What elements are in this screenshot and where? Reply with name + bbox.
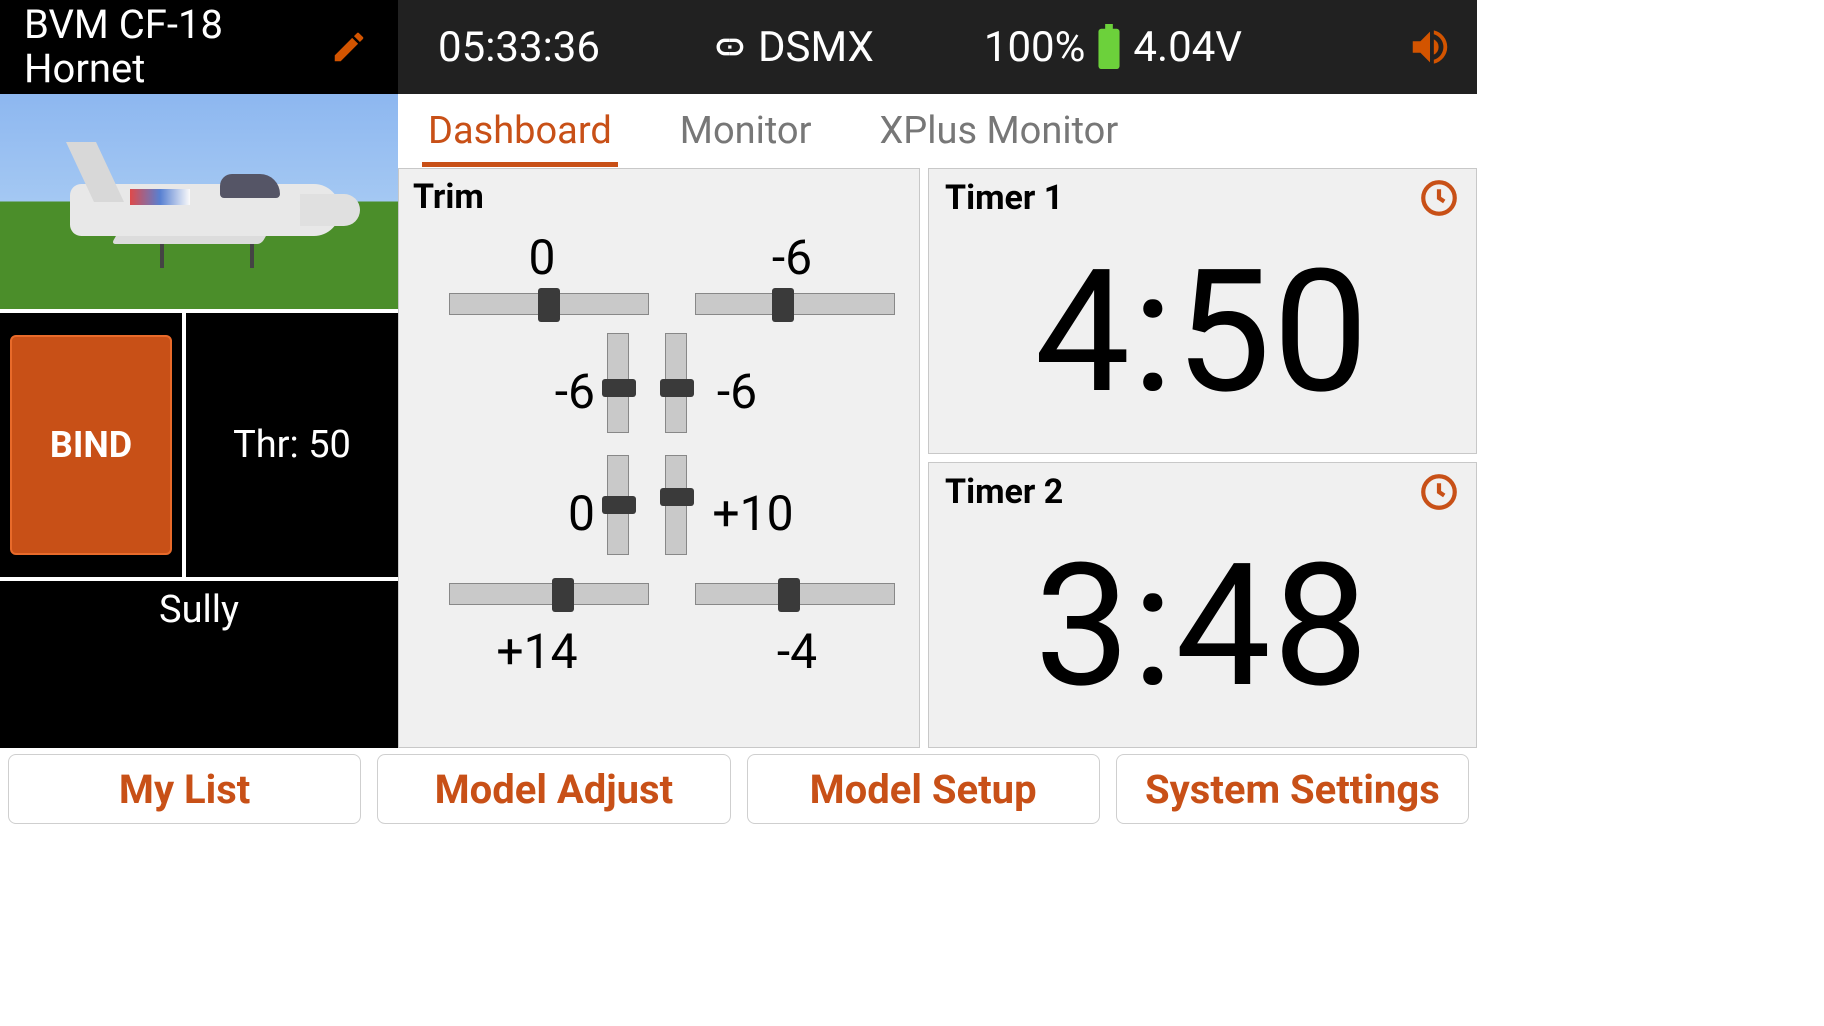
- system-time: 05:33:36: [438, 23, 600, 72]
- tab-monitor[interactable]: Monitor: [674, 95, 818, 167]
- throttle-readout: Thr: 50: [186, 313, 398, 577]
- battery-voltage: 4.04V: [1133, 23, 1242, 72]
- trim-slider-v2[interactable]: [665, 333, 687, 433]
- tab-bar: Dashboard Monitor XPlus Monitor: [398, 94, 1477, 168]
- pilot-name: Sully: [159, 588, 239, 632]
- timer-1-value: 4:50: [945, 219, 1460, 445]
- footer-label: System Settings: [1145, 766, 1440, 813]
- timer-1-title: Timer 1: [945, 178, 1063, 218]
- battery-icon: [1095, 24, 1123, 70]
- trim-slider-h3[interactable]: [449, 583, 649, 605]
- pencil-icon[interactable]: [330, 28, 368, 66]
- footer-label: My List: [119, 766, 250, 813]
- timer-2-panel[interactable]: Timer 2 3:48: [928, 462, 1477, 748]
- trim-value-bottom-right: -4: [757, 623, 837, 680]
- link-icon: [710, 27, 750, 67]
- tab-xplus-monitor[interactable]: XPlus Monitor: [873, 95, 1124, 167]
- tab-dashboard[interactable]: Dashboard: [422, 95, 618, 167]
- tab-label: Dashboard: [428, 109, 612, 153]
- footer-system-settings[interactable]: System Settings: [1116, 754, 1469, 824]
- clock-icon[interactable]: [1418, 471, 1460, 513]
- battery-percent: 100%: [984, 23, 1086, 72]
- left-sidebar: BIND Thr: 50 Sully: [0, 94, 398, 748]
- footer-my-list[interactable]: My List: [8, 754, 361, 824]
- trim-slider-h1[interactable]: [449, 293, 649, 315]
- trim-slider-v1[interactable]: [607, 333, 629, 433]
- trim-value-mid-lower-right: +10: [703, 485, 803, 542]
- trim-slider-v4[interactable]: [665, 455, 687, 555]
- trim-value-mid-lower-left: 0: [537, 485, 595, 542]
- trim-panel: Trim 0 -6 -6 -6 0 +10: [398, 168, 920, 748]
- footer-nav: My List Model Adjust Model Setup System …: [0, 748, 1477, 830]
- pilot-name-bar[interactable]: Sully: [0, 577, 398, 639]
- timer-2-title: Timer 2: [945, 472, 1063, 512]
- footer-label: Model Adjust: [435, 766, 674, 813]
- transmitter-screen: BVM CF-18 Hornet 05:33:36 DSMX 100% 4.04…: [0, 0, 1477, 830]
- trim-value-mid-upper-left: -6: [527, 363, 595, 420]
- footer-label: Model Setup: [810, 766, 1037, 813]
- model-name-box[interactable]: BVM CF-18 Hornet: [0, 0, 398, 94]
- tab-label: Monitor: [680, 109, 812, 153]
- trim-slider-v3[interactable]: [607, 455, 629, 555]
- model-name: BVM CF-18 Hornet: [24, 3, 223, 91]
- trim-value-top-right: -6: [752, 229, 832, 286]
- footer-model-adjust[interactable]: Model Adjust: [377, 754, 730, 824]
- trim-value-mid-upper-right: -6: [703, 363, 771, 420]
- model-image[interactable]: [0, 94, 398, 309]
- footer-model-setup[interactable]: Model Setup: [747, 754, 1100, 824]
- status-bar: BVM CF-18 Hornet 05:33:36 DSMX 100% 4.04…: [0, 0, 1477, 94]
- throttle-value: Thr: 50: [233, 423, 351, 467]
- trim-slider-h4[interactable]: [695, 583, 895, 605]
- timer-1-panel[interactable]: Timer 1 4:50: [928, 168, 1477, 454]
- trim-slider-h2[interactable]: [695, 293, 895, 315]
- rf-link: DSMX: [710, 23, 874, 72]
- trim-title: Trim: [413, 177, 911, 217]
- rf-protocol: DSMX: [758, 23, 874, 72]
- tab-label: XPlus Monitor: [879, 109, 1118, 153]
- bind-button[interactable]: BIND: [10, 335, 172, 555]
- battery-status: 100% 4.04V: [984, 23, 1242, 72]
- trim-value-top-left: 0: [502, 229, 582, 286]
- speaker-icon[interactable]: [1407, 24, 1453, 70]
- bind-label: BIND: [50, 424, 132, 466]
- trim-value-bottom-left: +14: [477, 623, 597, 680]
- timer-2-value: 3:48: [945, 513, 1460, 739]
- clock-icon[interactable]: [1418, 177, 1460, 219]
